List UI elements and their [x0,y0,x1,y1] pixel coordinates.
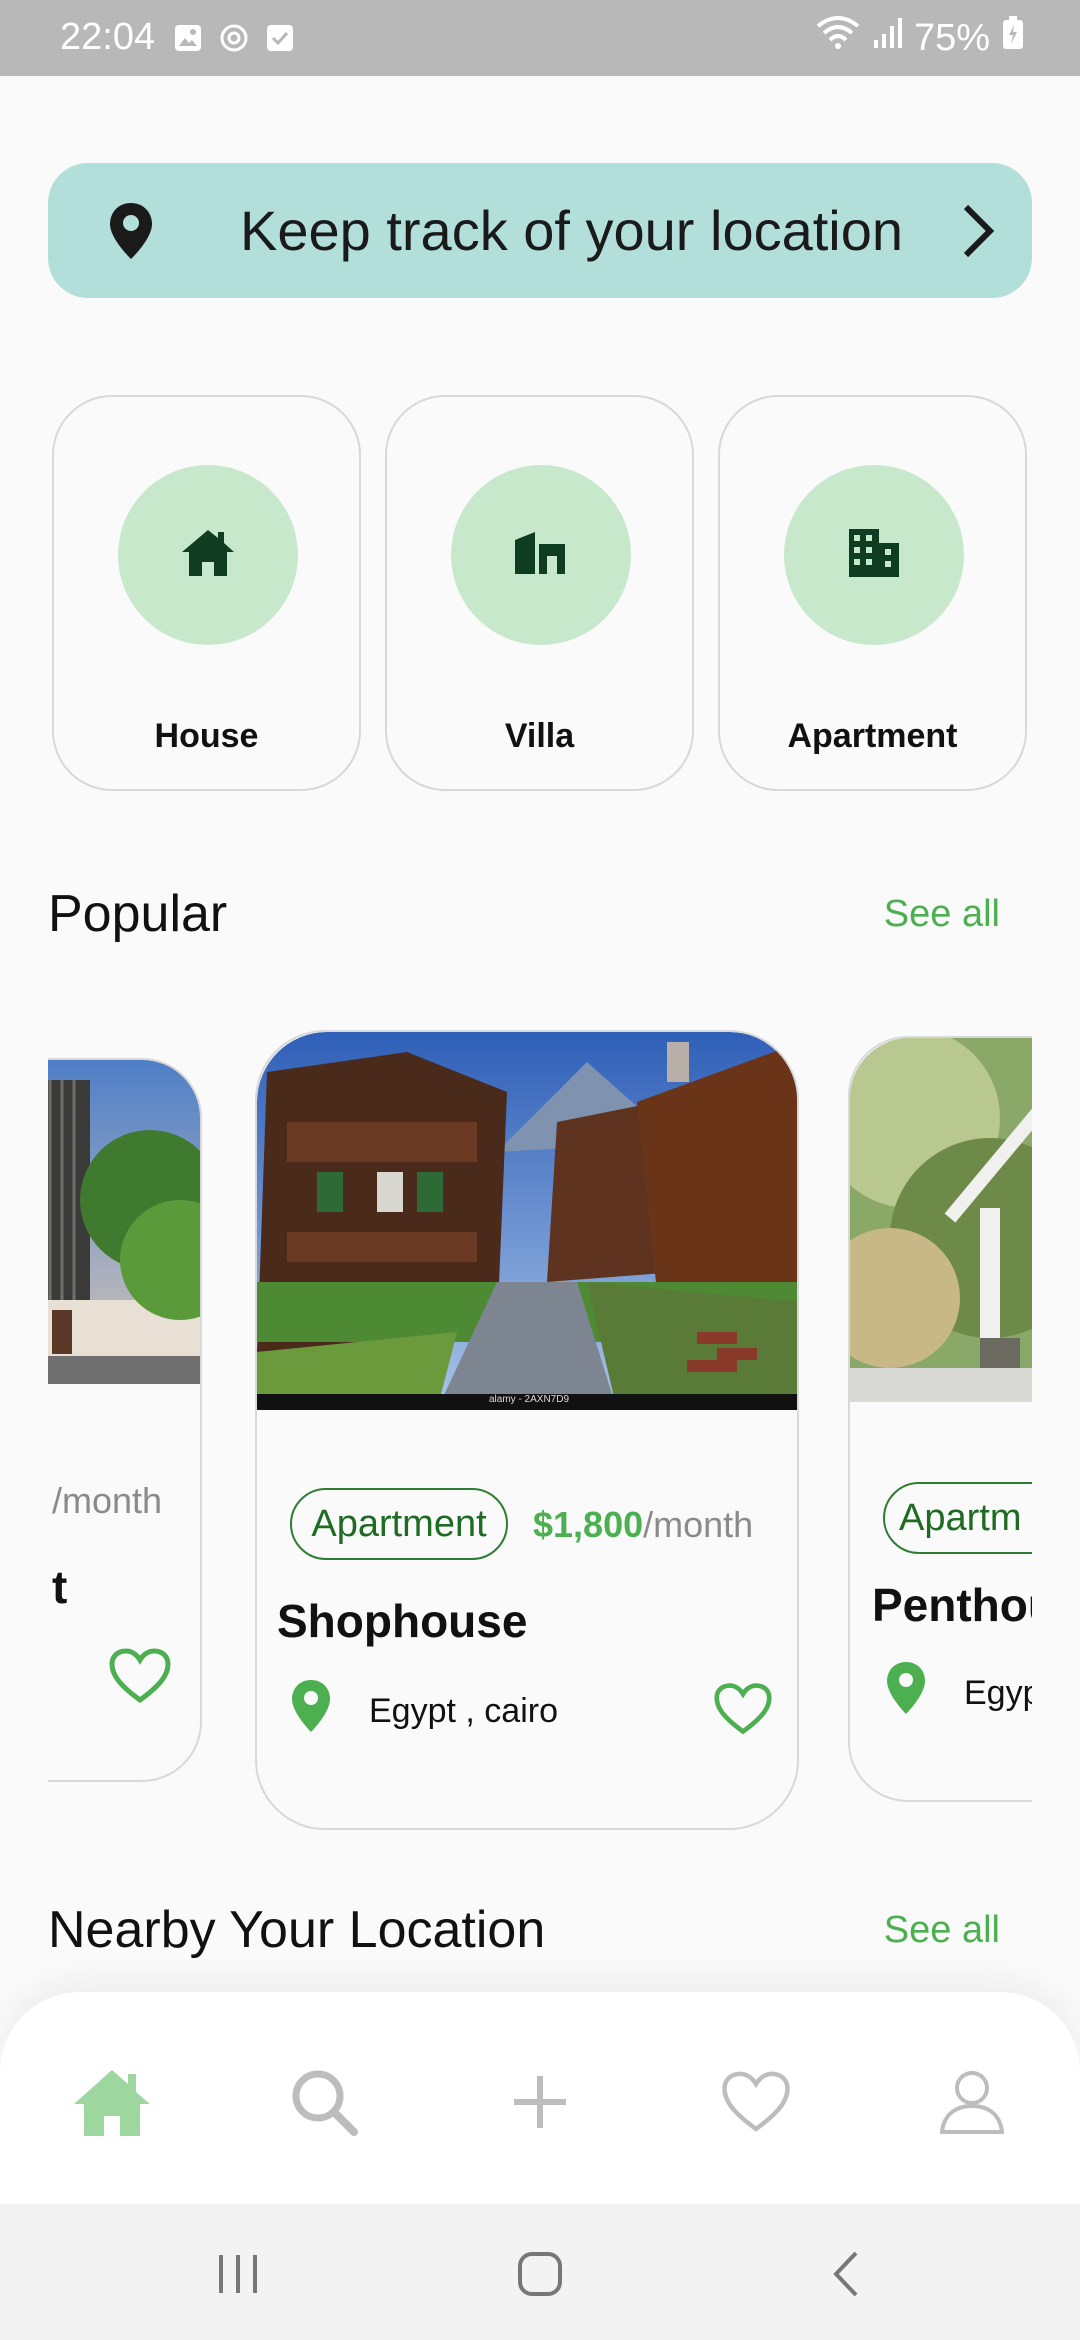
property-location: Egyp [964,1674,1032,1712]
nearby-title: Nearby Your Location [48,1901,546,1959]
nearby-see-all-link[interactable]: See all [884,1909,1000,1952]
category-label: House [154,717,259,755]
category-label: Villa [504,717,575,755]
heart-icon[interactable] [716,2062,796,2142]
image-caption: alamy - 2AXN7D9 [488,1394,570,1405]
property-location: Egypt , cairo [369,1692,558,1730]
property-price: $1,800 [533,1504,644,1545]
wifi-icon [816,16,860,60]
property-image: alamy - 2AXN7D9 [257,1032,797,1410]
property-type-chip: Apartment [290,1488,508,1560]
apartment-building-icon [847,527,901,584]
location-pin-icon [884,1660,928,1721]
search-icon[interactable] [284,2062,364,2142]
popular-title: Popular [48,885,228,943]
property-name: Shophouse [277,1595,528,1647]
property-type-chip: Apartm [883,1482,1032,1554]
bottom-navigation [0,1992,1080,2204]
property-card[interactable]: Apartm Penthou Egyp [848,1036,1032,1802]
check-box-icon [264,22,296,54]
popular-see-all-link[interactable]: See all [884,893,1000,936]
house-icon [180,528,236,583]
category-house[interactable]: House [52,395,361,791]
price-suffix: /month [643,1504,754,1545]
battery-icon [1002,16,1024,60]
location-pin-icon [106,201,156,266]
property-card[interactable]: alamy - 2AXN7D9 Apartment $1,800/month S… [255,1030,799,1830]
home-icon[interactable] [72,2062,152,2142]
property-name: Penthou [872,1579,1032,1631]
profile-icon[interactable] [932,2062,1012,2142]
location-banner[interactable]: Keep track of your location [48,163,1032,298]
category-villa[interactable]: Villa [385,395,694,791]
status-bar: 22:04 75% [0,0,1080,76]
signal-icon [872,16,902,60]
villa-icon [513,530,569,581]
image-icon [172,22,204,54]
sync-icon [218,22,250,54]
back-icon[interactable] [816,2244,876,2304]
chevron-right-icon [958,201,998,266]
battery-level: 75% [913,16,990,59]
property-card[interactable]: /month t [48,1058,202,1782]
property-image [48,1060,200,1384]
location-pin-icon [289,1678,333,1739]
add-icon[interactable] [500,2062,580,2142]
category-apartment[interactable]: Apartment [718,395,1027,791]
location-banner-text: Keep track of your location [240,199,904,262]
category-label: Apartment [787,717,958,755]
recent-apps-icon[interactable] [208,2244,268,2304]
system-navigation-bar [0,2204,1080,2340]
heart-icon[interactable] [713,1682,773,1741]
home-button-icon[interactable] [510,2244,570,2304]
popular-carousel[interactable]: /month t alamy - 2AXN7D9 Apartment $1,80… [48,1020,1032,1840]
property-image [850,1038,1032,1402]
heart-icon[interactable] [108,1648,172,1709]
price-suffix: /month [52,1480,163,1521]
property-name: t [52,1561,68,1613]
status-time: 22:04 [60,16,156,58]
